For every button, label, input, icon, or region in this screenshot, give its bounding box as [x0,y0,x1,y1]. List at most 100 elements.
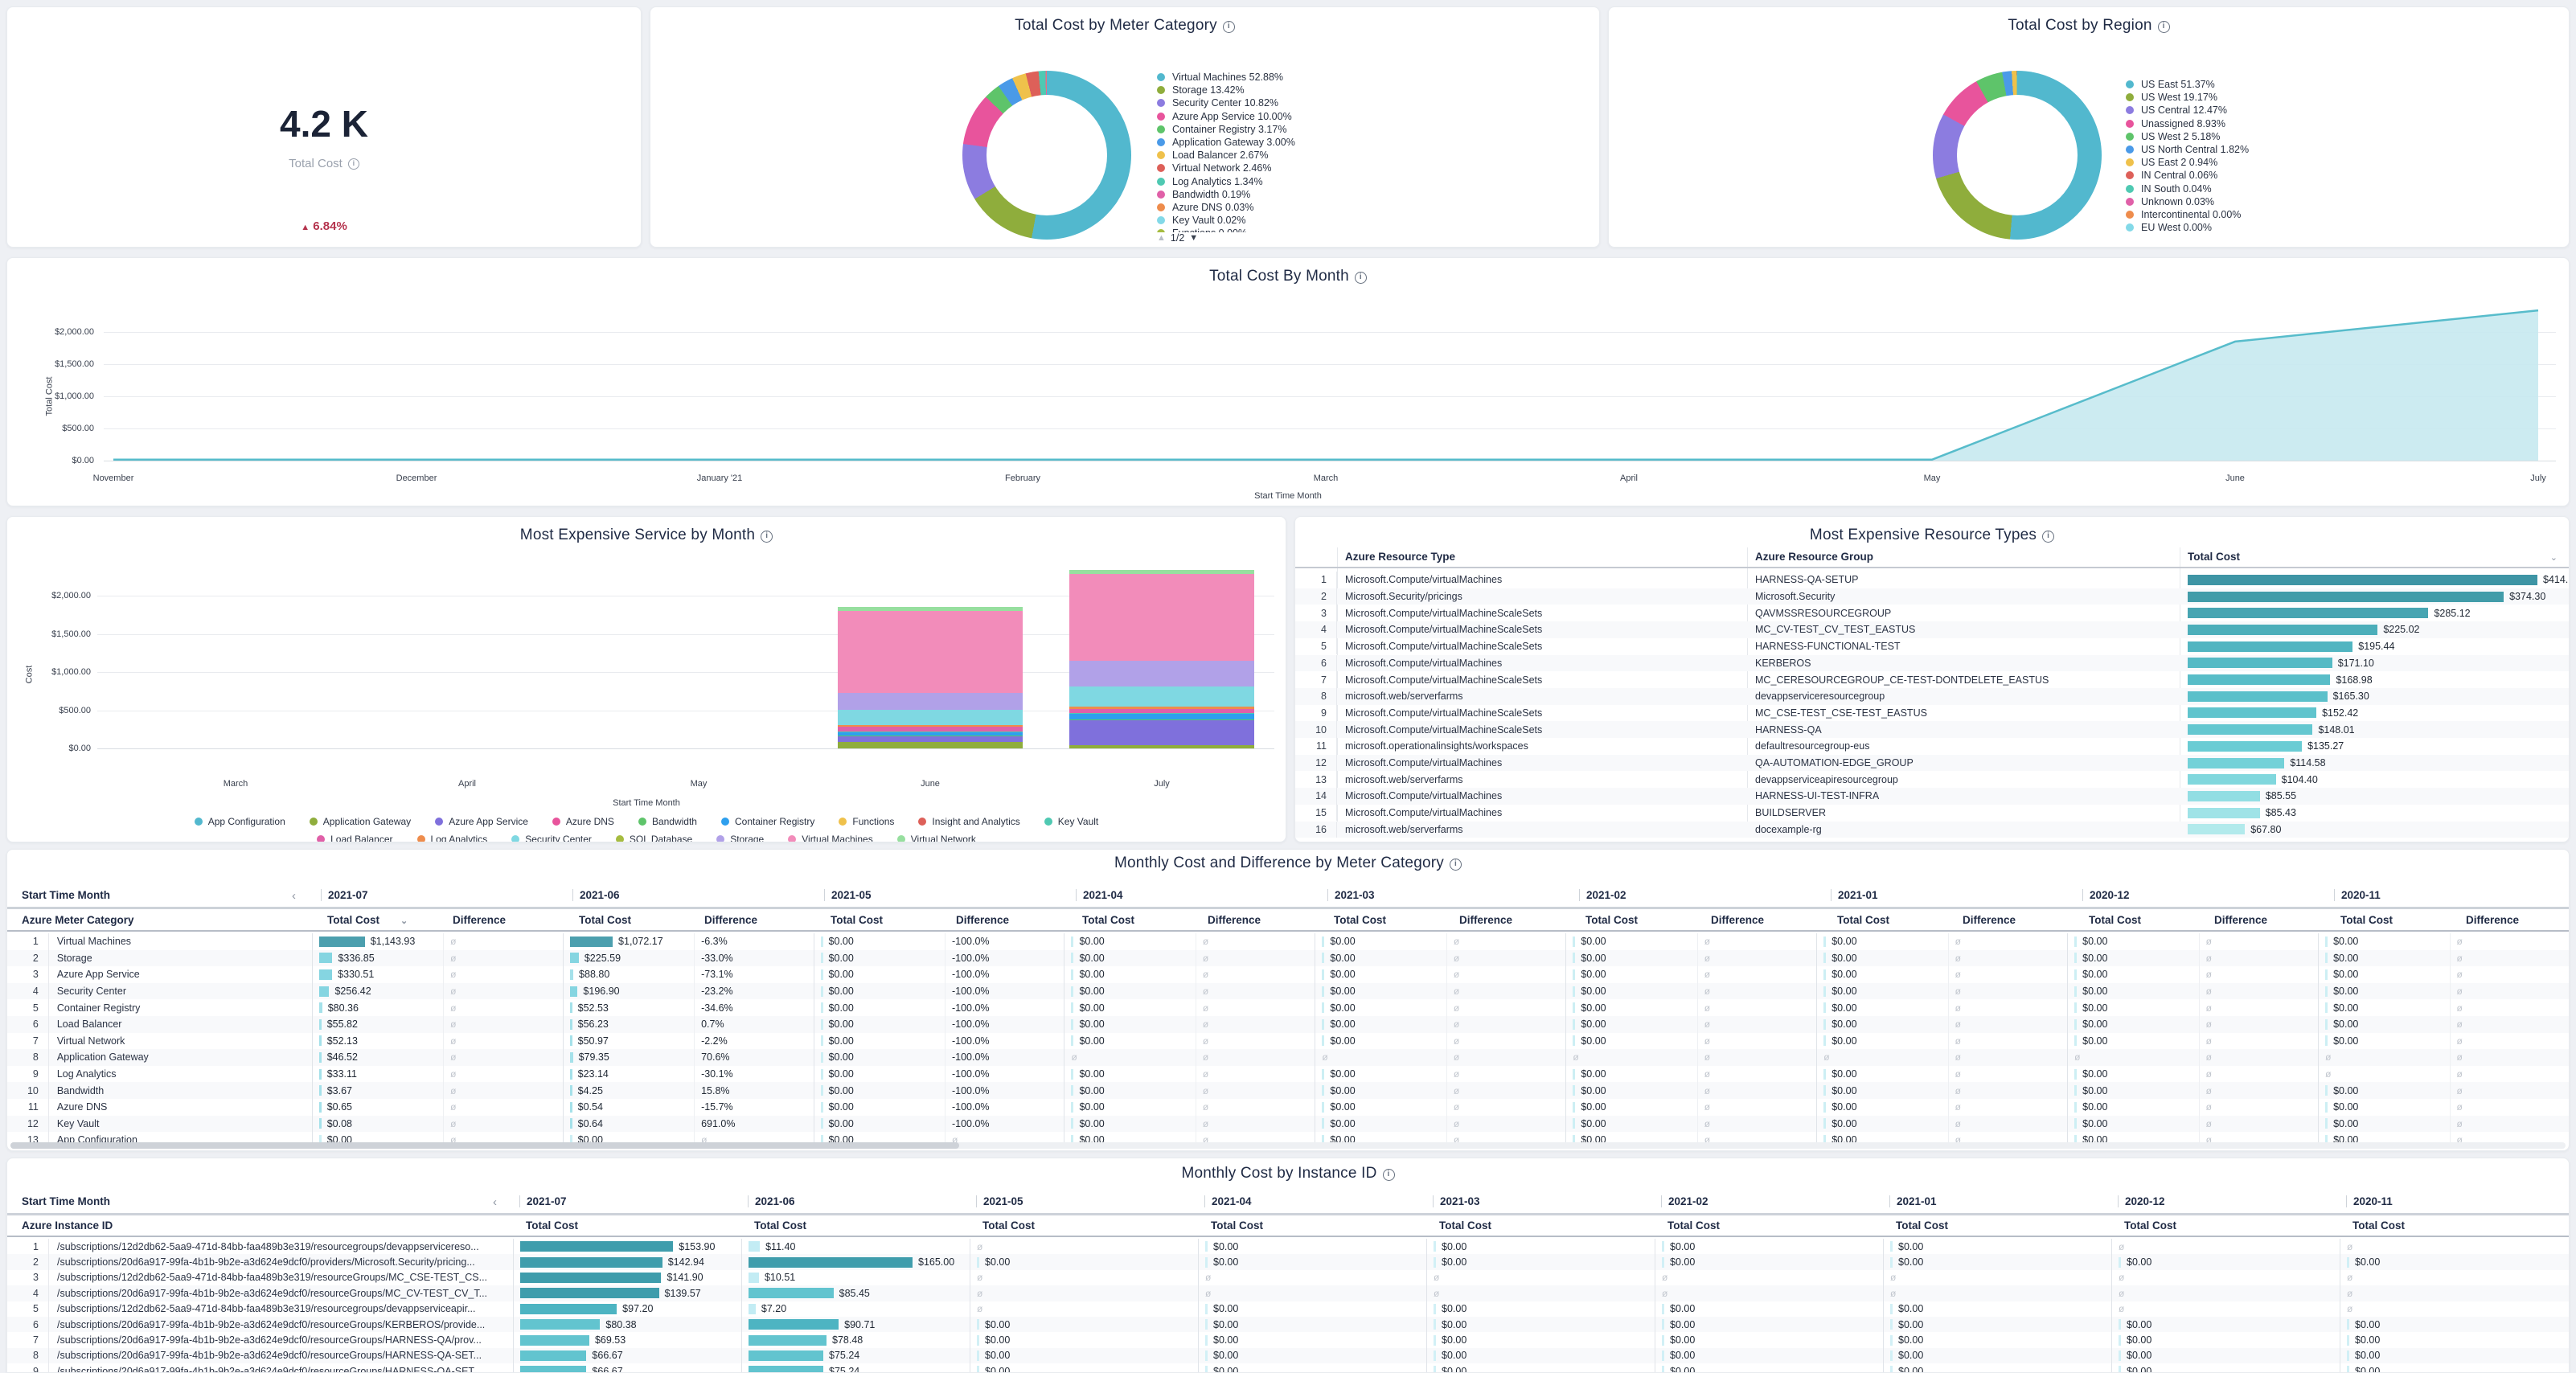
sub-header-difference[interactable]: Difference [1711,914,1764,926]
legend-item[interactable]: Load Balancer 2.67% [1157,149,1295,162]
sub-header-total-cost[interactable]: Total Cost [2352,1219,2405,1232]
sub-header-total-cost[interactable]: Total Cost [982,1219,1035,1232]
info-icon[interactable]: i [1450,859,1462,871]
table-row[interactable]: 9Microsoft.Compute/virtualMachineScaleSe… [1295,705,2569,722]
legend-item[interactable]: US West 19.17% [2126,91,2249,104]
table-row[interactable]: 2/subscriptions/20d6a917-99fa-4b1b-9b2e-… [7,1254,2569,1269]
sub-header-total-cost[interactable]: Total Cost [2089,914,2141,926]
legend-item[interactable]: App Configuration [195,816,285,827]
sub-header-total-cost[interactable]: Total Cost [2124,1219,2176,1232]
column-header-cost[interactable]: Total Cost [2188,551,2240,563]
legend-item[interactable]: Azure App Service 10.00% [1157,110,1295,123]
table-row[interactable]: 7Virtual Network$52.13ø$50.97-2.2%$0.00-… [7,1033,2569,1050]
info-icon[interactable]: i [2042,531,2054,543]
table-row[interactable]: 10Microsoft.Compute/virtualMachineScaleS… [1295,721,2569,738]
legend-item[interactable]: Bandwidth 0.19% [1157,188,1295,201]
table-row[interactable]: 8/subscriptions/20d6a917-99fa-4b1b-9b2e-… [7,1348,2569,1363]
legend-item[interactable]: Application Gateway 3.00% [1157,136,1295,149]
scrollbar-thumb[interactable] [10,1142,959,1149]
legend-item[interactable]: Insight and Analytics [918,816,1019,827]
region-donut[interactable] [1933,71,2102,240]
legend-item[interactable]: Unknown 0.03% [2126,195,2249,208]
legend-item[interactable]: Container Registry [721,816,814,827]
table-row[interactable]: 1Virtual Machines$1,143.93ø$1,072.17-6.3… [7,933,2569,950]
legend-item[interactable]: Key Vault 0.02% [1157,214,1295,227]
legend-item[interactable]: IN South 0.04% [2126,182,2249,195]
info-icon[interactable]: i [2158,21,2170,33]
sub-header-difference[interactable]: Difference [704,914,757,926]
sort-chevron-down-icon[interactable]: ⌄ [2550,552,2558,563]
table-row[interactable]: 8microsoft.web/serverfarmsdevappservicer… [1295,688,2569,705]
legend-item[interactable]: Virtual Network [897,834,976,842]
legend-item[interactable]: Load Balancer [317,834,392,842]
table-row[interactable]: 11microsoft.operationalinsights/workspac… [1295,738,2569,755]
sub-header-total-cost[interactable]: Total Cost [754,1219,806,1232]
sub-header-total-cost[interactable]: Total Cost [1896,1219,1948,1232]
legend-item[interactable]: US East 51.37% [2126,78,2249,91]
table-row[interactable]: 12Microsoft.Compute/virtualMachinesQA-AU… [1295,755,2569,772]
sub-header-total-cost[interactable]: Total Cost [1837,914,1889,926]
table-row[interactable]: 10Bandwidth$3.67ø$4.2515.8%$0.00-100.0%$… [7,1082,2569,1099]
table-row[interactable]: 9/subscriptions/20d6a917-99fa-4b1b-9b2e-… [7,1363,2569,1373]
column-header-type[interactable]: Azure Resource Type [1345,551,1455,563]
legend-item[interactable]: Application Gateway [310,816,411,827]
legend-item[interactable]: Storage 13.42% [1157,84,1295,96]
page-down-icon[interactable]: ▼ [1189,233,1198,243]
legend-item[interactable]: Unassigned 8.93% [2126,117,2249,130]
legend-item[interactable]: US North Central 1.82% [2126,143,2249,156]
sub-header-total-cost[interactable]: Total Cost [831,914,883,926]
legend-item[interactable]: Azure DNS [552,816,614,827]
table-row[interactable]: 11Azure DNS$0.65ø$0.54-15.7%$0.00-100.0%… [7,1099,2569,1116]
sub-header-total-cost[interactable]: Total Cost [1082,914,1134,926]
table-row[interactable]: 4Security Center$256.42ø$196.90-23.2%$0.… [7,983,2569,1000]
table-row[interactable]: 1/subscriptions/12d2db62-5aa9-471d-84bb-… [7,1239,2569,1254]
sub-header-total-cost[interactable]: Total Cost⌄ [327,914,408,926]
legend-item[interactable]: US Central 12.47% [2126,104,2249,117]
sub-header-total-cost[interactable]: Total Cost [579,914,631,926]
sub-header-difference[interactable]: Difference [2466,914,2519,926]
legend-item[interactable]: Container Registry 3.17% [1157,123,1295,136]
legend-item[interactable]: Storage [716,834,764,842]
table-row[interactable]: 5Container Registry$80.36ø$52.53-34.6%$0… [7,999,2569,1016]
info-icon[interactable]: i [348,158,359,170]
table-row[interactable]: 1Microsoft.Compute/virtualMachinesHARNES… [1295,572,2569,588]
legend-item[interactable]: Functions 0.00% [1157,227,1295,232]
legend-item[interactable]: Bandwidth [638,816,697,827]
page-up-icon[interactable]: ▲ [1157,233,1166,243]
sort-chevron-down-icon[interactable]: ⌄ [400,916,408,926]
table-row[interactable]: 3Microsoft.Compute/virtualMachineScaleSe… [1295,605,2569,621]
legend-item[interactable]: Virtual Network 2.46% [1157,162,1295,174]
table-row[interactable]: 7/subscriptions/20d6a917-99fa-4b1b-9b2e-… [7,1332,2569,1347]
table-row[interactable]: 4/subscriptions/20d6a917-99fa-4b1b-9b2e-… [7,1285,2569,1301]
sub-header-difference[interactable]: Difference [956,914,1009,926]
legend-item[interactable]: Log Analytics [417,834,488,842]
table-row[interactable]: 2Microsoft.Security/pricingsMicrosoft.Se… [1295,588,2569,605]
table-row[interactable]: 6Load Balancer$55.82ø$56.230.7%$0.00-100… [7,1016,2569,1033]
table-row[interactable]: 7Microsoft.Compute/virtualMachineScaleSe… [1295,671,2569,688]
table-row[interactable]: 4Microsoft.Compute/virtualMachineScaleSe… [1295,621,2569,638]
sub-header-total-cost[interactable]: Total Cost [526,1219,578,1232]
legend-item[interactable]: Security Center [511,834,592,842]
table-row[interactable]: 9Log Analytics$33.11ø$23.14-30.1%$0.00-1… [7,1066,2569,1083]
legend-item[interactable]: Azure DNS 0.03% [1157,201,1295,214]
legend-item[interactable]: Azure App Service [435,816,528,827]
legend-item[interactable]: Key Vault [1044,816,1098,827]
info-icon[interactable]: i [1383,1169,1395,1181]
sub-header-total-cost[interactable]: Total Cost [1667,1219,1720,1232]
legend-item[interactable]: Log Analytics 1.34% [1157,175,1295,188]
table-row[interactable]: 5Microsoft.Compute/virtualMachineScaleSe… [1295,638,2569,655]
column-header-group[interactable]: Azure Resource Group [1755,551,1873,563]
legend-item[interactable]: SQL Database [616,834,692,842]
legend-item[interactable]: EU West 0.00% [2126,221,2249,234]
column-header-instance[interactable]: Azure Instance ID [22,1219,113,1232]
legend-item[interactable]: Virtual Machines [788,834,873,842]
table-row[interactable]: 2Storage$336.85ø$225.59-33.0%$0.00-100.0… [7,950,2569,967]
column-header-category[interactable]: Azure Meter Category [22,914,134,926]
legend-item[interactable]: Intercontinental 0.00% [2126,208,2249,221]
meter-category-donut[interactable] [962,71,1131,240]
info-icon[interactable]: i [761,531,773,543]
sub-header-total-cost[interactable]: Total Cost [1334,914,1386,926]
legend-item[interactable]: Functions [839,816,894,827]
table-row[interactable]: 3/subscriptions/12d2db62-5aa9-471d-84bb-… [7,1270,2569,1285]
legend-item[interactable]: IN Central 0.06% [2126,169,2249,182]
